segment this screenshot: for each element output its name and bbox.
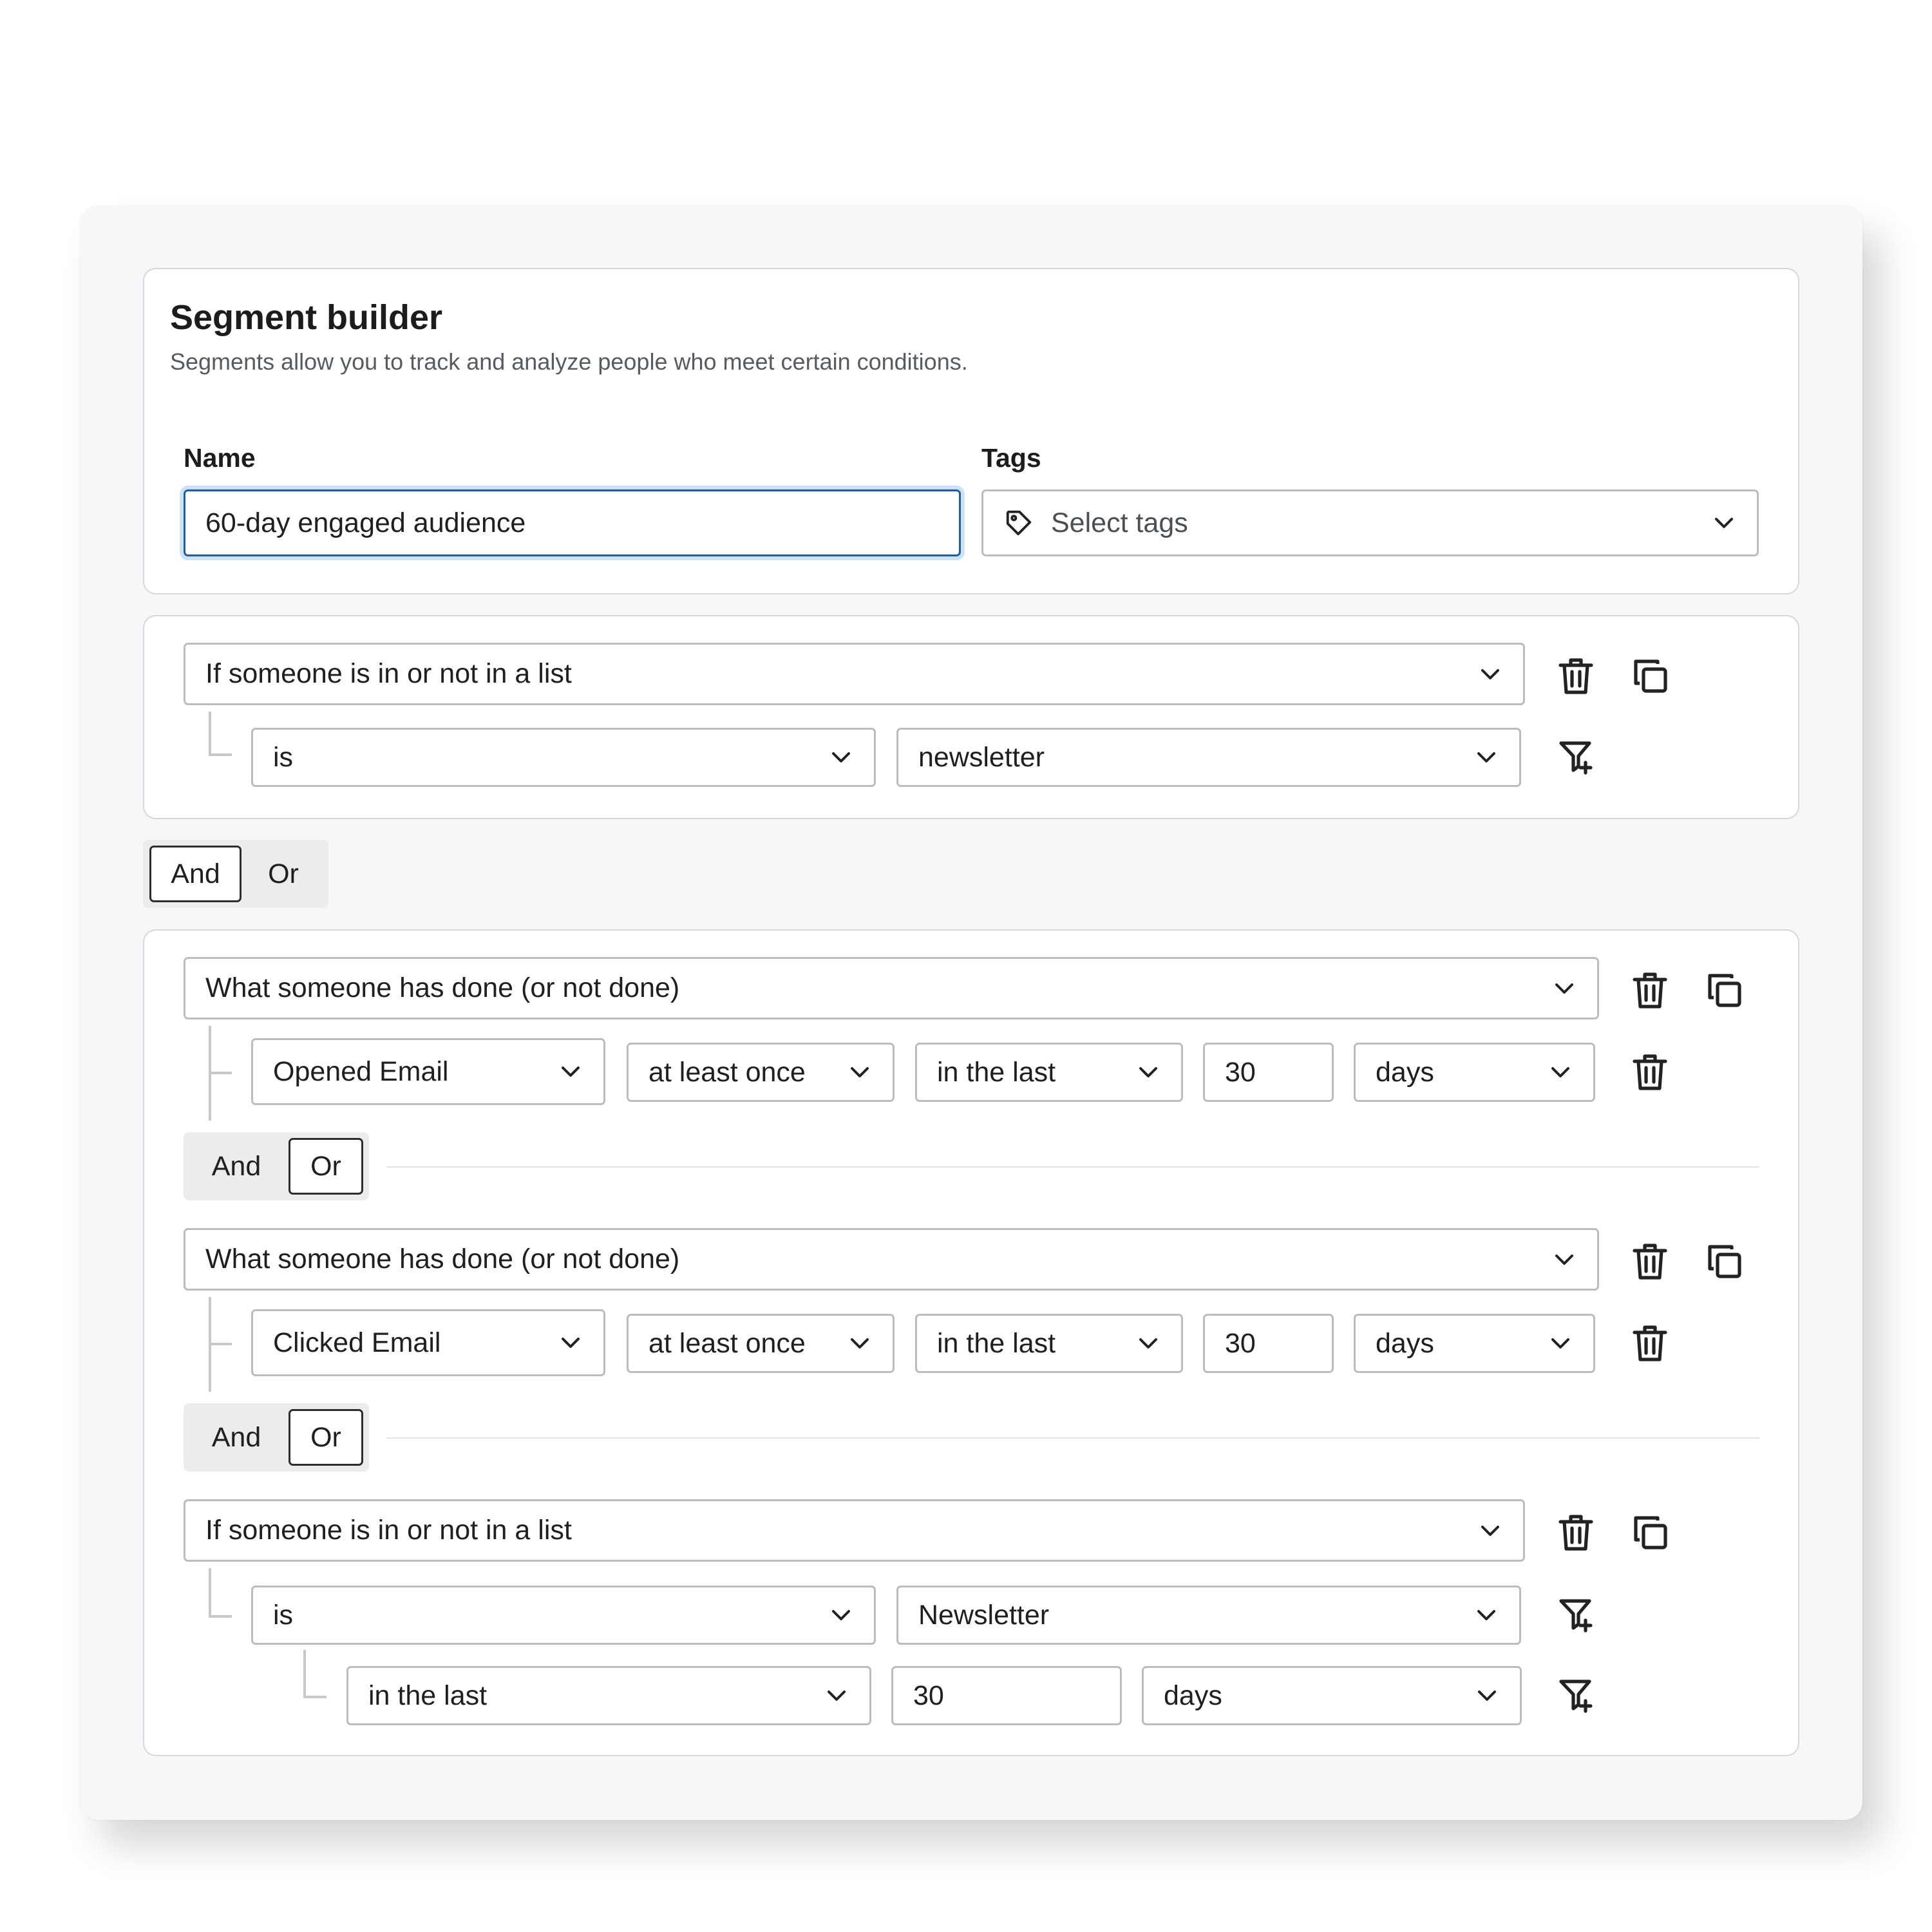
copy-icon[interactable] (1702, 1239, 1747, 1284)
or-option[interactable]: Or (289, 1138, 363, 1195)
list-select[interactable]: newsletter (896, 728, 1521, 787)
chevron-down-icon (1715, 518, 1733, 528)
tags-placeholder: Select tags (1051, 507, 1188, 538)
or-option[interactable]: Or (242, 846, 325, 902)
page-subtitle: Segments allow you to track and analyze … (170, 348, 968, 375)
name-label: Name (184, 443, 256, 473)
trash-icon[interactable] (1627, 1321, 1672, 1366)
tags-label: Tags (981, 443, 1041, 473)
amount-input[interactable]: 30 (1203, 1314, 1334, 1373)
operator-select[interactable]: is (251, 1586, 876, 1645)
tree-connector (209, 753, 232, 756)
chevron-down-icon (1555, 1254, 1573, 1265)
condition-type-value: What someone has done (or not done) (205, 1244, 680, 1274)
frequency-value: at least once (649, 1327, 806, 1359)
chevron-down-icon (1478, 1690, 1496, 1701)
chevron-down-icon (1551, 1067, 1569, 1077)
filter-plus-icon[interactable] (1553, 1672, 1598, 1718)
chevron-down-icon (1481, 668, 1499, 679)
condition-type-value: What someone has done (or not done) (205, 972, 680, 1003)
chevron-down-icon (562, 1066, 580, 1077)
trash-icon[interactable] (1627, 1239, 1672, 1284)
chevron-down-icon (1139, 1338, 1157, 1349)
frequency-select[interactable]: at least once (627, 1314, 895, 1373)
condition-type-select[interactable]: What someone has done (or not done) (184, 957, 1599, 1019)
name-input[interactable]: 60-day engaged audience (184, 489, 961, 556)
condition-type-select[interactable]: If someone is in or not in a list (184, 1499, 1525, 1562)
tree-connector (303, 1650, 327, 1697)
divider (386, 1166, 1759, 1168)
timeframe-select[interactable]: in the last (915, 1314, 1183, 1373)
chevron-down-icon (1481, 1525, 1499, 1536)
tag-icon (1003, 507, 1034, 538)
filter-plus-icon[interactable] (1553, 734, 1598, 779)
trash-icon[interactable] (1553, 1510, 1598, 1555)
amount-input[interactable]: 30 (1203, 1043, 1334, 1102)
chevron-down-icon (562, 1338, 580, 1348)
unit-select[interactable]: days (1142, 1666, 1522, 1725)
and-option[interactable]: And (188, 1409, 285, 1466)
chevron-down-icon (851, 1338, 869, 1349)
unit-select[interactable]: days (1354, 1043, 1595, 1102)
operator-value: is (273, 1599, 294, 1631)
metric-select[interactable]: Opened Email (251, 1038, 605, 1105)
divider (386, 1437, 1759, 1439)
chevron-down-icon (1477, 752, 1495, 762)
timeframe-select[interactable]: in the last (346, 1666, 871, 1725)
tree-connector (209, 1615, 232, 1618)
chevron-down-icon (1139, 1067, 1157, 1077)
condition-type-value: If someone is in or not in a list (205, 658, 572, 689)
operator-value: is (273, 741, 294, 773)
timeframe-value: in the last (368, 1680, 488, 1711)
page-title: Segment builder (170, 298, 443, 337)
tags-select[interactable]: Select tags (981, 489, 1759, 556)
list-select[interactable]: Newsletter (896, 1586, 1521, 1645)
list-value: Newsletter (918, 1599, 1050, 1631)
unit-value: days (1376, 1327, 1434, 1359)
condition-type-select[interactable]: If someone is in or not in a list (184, 643, 1525, 705)
tree-connector (209, 1072, 232, 1074)
tree-connector (209, 1343, 232, 1345)
tree-connector (209, 1568, 232, 1616)
timeframe-value: in the last (937, 1056, 1056, 1088)
chevron-down-icon (828, 1690, 846, 1701)
chevron-down-icon (1477, 1610, 1495, 1620)
metric-value: Opened Email (273, 1056, 449, 1087)
chevron-down-icon (1551, 1338, 1569, 1349)
copy-icon[interactable] (1702, 968, 1747, 1013)
amount-input[interactable]: 30 (891, 1666, 1122, 1725)
trash-icon[interactable] (1627, 968, 1672, 1013)
operator-select[interactable]: is (251, 728, 876, 787)
trash-icon[interactable] (1553, 654, 1598, 699)
chevron-down-icon (832, 752, 850, 762)
and-option[interactable]: And (149, 846, 242, 902)
frequency-value: at least once (649, 1056, 806, 1088)
unit-value: days (1376, 1056, 1434, 1088)
unit-value: days (1164, 1680, 1222, 1711)
condition-type-select[interactable]: What someone has done (or not done) (184, 1228, 1599, 1291)
list-value: newsletter (918, 741, 1045, 773)
unit-select[interactable]: days (1354, 1314, 1595, 1373)
condition-type-value: If someone is in or not in a list (205, 1515, 572, 1546)
chevron-down-icon (851, 1067, 869, 1077)
chevron-down-icon (1555, 983, 1573, 994)
or-option[interactable]: Or (289, 1409, 363, 1466)
tree-connector (303, 1696, 327, 1698)
amount-value: 30 (1225, 1056, 1256, 1088)
metric-value: Clicked Email (273, 1327, 441, 1358)
metric-select[interactable]: Clicked Email (251, 1309, 605, 1376)
name-input-value: 60-day engaged audience (205, 507, 526, 538)
amount-value: 30 (1225, 1327, 1256, 1359)
amount-value: 30 (913, 1680, 944, 1711)
and-option[interactable]: And (188, 1138, 285, 1195)
timeframe-value: in the last (937, 1327, 1056, 1359)
filter-plus-icon[interactable] (1553, 1592, 1598, 1637)
tree-connector (209, 712, 232, 753)
copy-icon[interactable] (1628, 654, 1673, 699)
chevron-down-icon (832, 1610, 850, 1620)
trash-icon[interactable] (1627, 1050, 1672, 1095)
timeframe-select[interactable]: in the last (915, 1043, 1183, 1102)
frequency-select[interactable]: at least once (627, 1043, 895, 1102)
copy-icon[interactable] (1628, 1510, 1673, 1555)
